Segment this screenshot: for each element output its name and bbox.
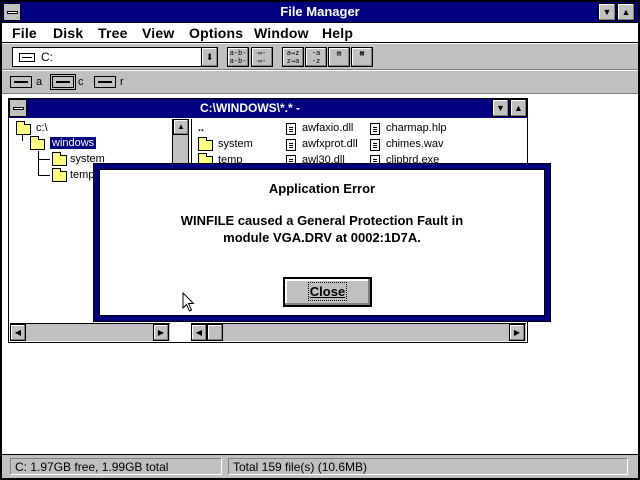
dialog-title: Application Error (268, 181, 376, 196)
maximize-button[interactable]: ▲ (617, 3, 635, 21)
tree-connector (38, 175, 50, 176)
file-name: awfaxio.dll (302, 122, 354, 134)
folder-icon (198, 137, 213, 151)
file-item[interactable]: system (198, 137, 278, 152)
sort-by-name-button[interactable]: a→z z→a (282, 47, 304, 67)
floppy-drive-icon (10, 76, 32, 88)
open-folder-icon (30, 136, 45, 150)
dialog-message-line-1: WINFILE caused a General Protection Faul… (180, 213, 464, 228)
window-title: File Manager (280, 4, 360, 19)
minimize-button[interactable]: ▼ (598, 3, 616, 21)
up-directory-icon: .. (198, 122, 205, 134)
menu-tree[interactable]: Tree (98, 25, 128, 41)
application-error-dialog: Application Error WINFILE caused a Gener… (93, 163, 551, 322)
cdrom-drive-icon (94, 76, 116, 88)
sort-by-date-button[interactable]: ▦ (351, 47, 373, 67)
tree-item-label: windows (50, 137, 97, 149)
tree-connector (38, 151, 39, 175)
menu-disk[interactable]: Disk (53, 25, 83, 41)
file-horizontal-scrollbar[interactable]: ◀ ▶ (191, 323, 526, 341)
menu-file[interactable]: File (12, 25, 37, 41)
drive-select[interactable]: C: ⬇ (12, 47, 218, 67)
directory-window-title-bar[interactable]: C:\WINDOWS\*.* - ▼ ▲ (9, 99, 527, 118)
view-all-details-button[interactable]: ▭- ▭- (251, 47, 273, 67)
dialog-body: Application Error WINFILE caused a Gener… (99, 169, 545, 316)
file-name: awfxprot.dll (302, 138, 358, 150)
status-disk-free: C: 1.97GB free, 1.99GB total (10, 458, 222, 475)
hard-drive-icon (19, 53, 35, 62)
close-button-label: Close (307, 282, 348, 301)
directory-window-title: C:\WINDOWS\*.* - (200, 101, 300, 115)
scroll-left-arrow-icon[interactable]: ◀ (10, 324, 26, 341)
menu-window[interactable]: Window (254, 25, 309, 41)
tree-horizontal-scrollbar[interactable]: ◀ ▶ (10, 323, 170, 341)
file-manager-window: File Manager ▼ ▲ File Disk Tree View Opt… (0, 0, 640, 480)
tree-item-root[interactable]: c:\ (16, 121, 76, 136)
menu-help[interactable]: Help (322, 25, 353, 41)
help-file-icon (370, 123, 380, 135)
drive-a[interactable]: a (10, 74, 50, 91)
drive-r-label: r (120, 76, 124, 88)
drive-select-value: C: (41, 50, 53, 64)
mouse-pointer-icon (182, 292, 195, 312)
status-file-count: Total 159 file(s) (10.6MB) (228, 458, 628, 475)
folder-icon (16, 121, 31, 135)
scroll-up-arrow-icon[interactable]: ▲ (173, 119, 189, 135)
file-icon (286, 123, 296, 135)
dialog-message: WINFILE caused a General Protection Faul… (100, 212, 544, 246)
file-icon (286, 139, 296, 151)
hard-drive-icon (50, 74, 76, 90)
scroll-right-arrow-icon[interactable]: ▶ (509, 324, 525, 341)
toolbar: C: ⬇ a-b-a-b- ▭- ▭- a→z z→a -a -z ▤ ▦ (2, 44, 638, 70)
tree-connector (38, 159, 50, 160)
directory-minimize-button[interactable]: ▼ (492, 99, 509, 117)
menu-bar: File Disk Tree View Options Window Help (2, 23, 638, 43)
file-item[interactable]: charmap.hlp (370, 122, 460, 136)
file-name: system (218, 138, 253, 150)
sort-by-type-button[interactable]: -a -z (305, 47, 327, 67)
drive-r[interactable]: r (94, 74, 134, 91)
file-item[interactable]: chimes.wav (370, 138, 460, 152)
title-bar[interactable]: File Manager ▼ ▲ (2, 2, 638, 23)
file-item[interactable]: awfxprot.dll (286, 138, 376, 152)
menu-options[interactable]: Options (189, 25, 243, 41)
scroll-left-arrow-icon[interactable]: ◀ (191, 324, 207, 341)
view-by-name-button[interactable]: a-b-a-b- (227, 47, 249, 67)
directory-maximize-button[interactable]: ▲ (510, 99, 527, 117)
scroll-thumb[interactable] (207, 324, 223, 341)
drive-bar: a c r (2, 71, 638, 94)
file-item-updir[interactable]: .. (198, 122, 258, 136)
dropdown-arrow-icon[interactable]: ⬇ (201, 48, 217, 66)
menu-view[interactable]: View (142, 25, 174, 41)
tree-item-label: temp (70, 169, 95, 181)
drive-c[interactable]: c (50, 74, 92, 91)
file-name: chimes.wav (386, 138, 444, 150)
tree-connector (22, 135, 23, 141)
file-name: charmap.hlp (386, 122, 447, 134)
dialog-message-line-2: module VGA.DRV at 0002:1D7A. (223, 230, 421, 245)
sound-file-icon (370, 139, 380, 151)
folder-icon (52, 152, 67, 166)
sort-by-size-button[interactable]: ▤ (328, 47, 350, 67)
folder-icon (52, 168, 67, 182)
status-bar: C: 1.97GB free, 1.99GB total Total 159 f… (2, 454, 638, 478)
close-button[interactable]: Close (283, 277, 372, 307)
drive-c-label: c (78, 76, 84, 88)
tree-item-label: c:\ (36, 122, 48, 134)
scroll-right-arrow-icon[interactable]: ▶ (153, 324, 169, 341)
file-item[interactable]: awfaxio.dll (286, 122, 376, 136)
tree-item-windows[interactable]: windows (30, 136, 100, 151)
drive-a-label: a (36, 76, 43, 88)
